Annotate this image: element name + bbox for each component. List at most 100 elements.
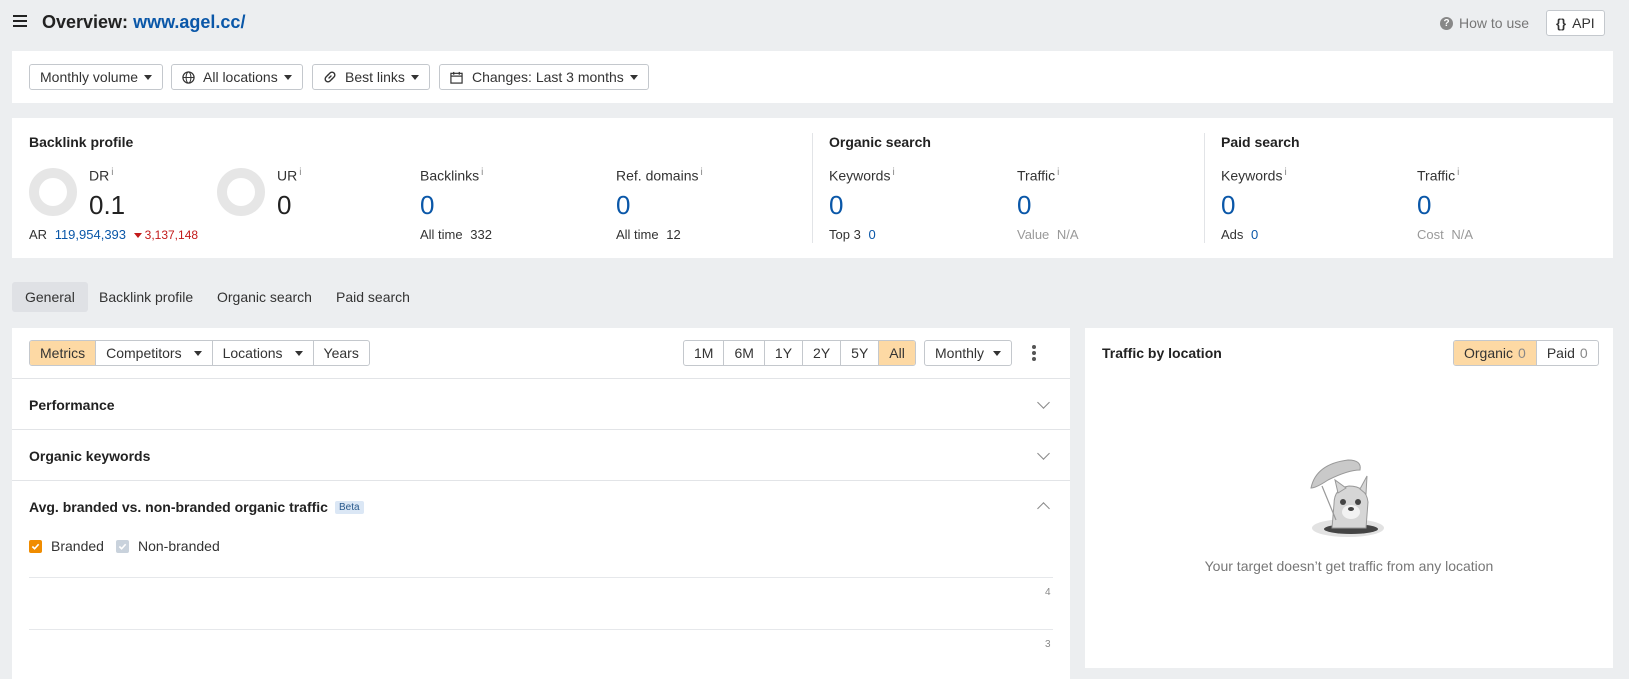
organic-toggle[interactable]: Organic 0 bbox=[1454, 341, 1537, 365]
info-icon[interactable]: i bbox=[892, 167, 894, 178]
ar-row: AR 119,954,393 3,137,148 bbox=[29, 227, 198, 242]
locations-dropdown[interactable]: All locations bbox=[171, 64, 303, 90]
interval-dropdown[interactable]: Monthly bbox=[924, 340, 1013, 366]
menu-icon[interactable] bbox=[13, 15, 27, 27]
dr-label[interactable]: DR i bbox=[89, 167, 113, 184]
organic-traffic-value[interactable]: 0 bbox=[1017, 190, 1031, 221]
ads-row: Ads 0 bbox=[1221, 227, 1259, 242]
range-1m[interactable]: 1M bbox=[684, 341, 725, 365]
refdomains-value[interactable]: 0 bbox=[616, 190, 630, 221]
caret-down-icon bbox=[993, 350, 1002, 356]
checkbox-checked-icon bbox=[116, 539, 129, 553]
paid-toggle[interactable]: Paid 0 bbox=[1537, 341, 1598, 365]
range-all[interactable]: All bbox=[879, 341, 915, 365]
braces-icon: {} bbox=[1556, 15, 1567, 31]
empty-state-message: Your target doesn’t get traffic from any… bbox=[1204, 558, 1494, 574]
chart-gridline bbox=[29, 577, 1053, 578]
nonbranded-checkbox[interactable]: Non-branded bbox=[116, 538, 220, 554]
api-label: API bbox=[1572, 15, 1595, 31]
page-title-domain[interactable]: www.agel.cc/ bbox=[133, 12, 245, 32]
links-label: Best links bbox=[345, 69, 405, 85]
backlinks-alltime: All time 332 bbox=[420, 227, 492, 242]
changes-dropdown[interactable]: Changes: Last 3 months bbox=[439, 64, 649, 90]
organic-keywords-section-toggle[interactable] bbox=[12, 430, 1070, 480]
range-1y[interactable]: 1Y bbox=[765, 341, 804, 365]
range-2y[interactable]: 2Y bbox=[803, 341, 842, 365]
kebab-icon[interactable] bbox=[1032, 345, 1036, 361]
checkbox-checked-icon bbox=[29, 539, 42, 553]
locations-label: All locations bbox=[203, 69, 278, 85]
info-icon[interactable]: i bbox=[700, 167, 702, 178]
tab-organic-search[interactable]: Organic search bbox=[217, 289, 312, 305]
ar-change: 3,137,148 bbox=[133, 228, 198, 242]
view-locations[interactable]: Locations bbox=[213, 341, 314, 365]
ur-value: 0 bbox=[277, 190, 292, 220]
ur-ring bbox=[217, 168, 265, 216]
organic-traffic-label[interactable]: Traffic i bbox=[1017, 167, 1059, 184]
tab-paid-search[interactable]: Paid search bbox=[336, 289, 410, 305]
info-icon[interactable]: i bbox=[1057, 167, 1059, 178]
view-metrics[interactable]: Metrics bbox=[30, 341, 97, 365]
backlinks-value[interactable]: 0 bbox=[420, 190, 434, 221]
dr-ring bbox=[29, 168, 77, 216]
refdomains-alltime: All time 12 bbox=[616, 227, 681, 242]
info-icon[interactable]: i bbox=[111, 167, 113, 178]
divider bbox=[812, 133, 813, 243]
view-competitors[interactable]: Competitors bbox=[96, 341, 213, 365]
mascot-illustration bbox=[1310, 459, 1384, 537]
view-years[interactable]: Years bbox=[314, 341, 369, 365]
tab-general[interactable]: General bbox=[12, 282, 88, 312]
paid-keywords-label[interactable]: Keywords i bbox=[1221, 167, 1287, 184]
range-5y[interactable]: 5Y bbox=[841, 341, 880, 365]
globe-icon bbox=[182, 70, 195, 84]
chart-gridline bbox=[29, 629, 1053, 630]
branded-section-heading[interactable]: Avg. branded vs. non-branded organic tra… bbox=[29, 499, 364, 515]
refdomains-label[interactable]: Ref. domains i bbox=[616, 167, 703, 184]
caret-down-icon bbox=[629, 74, 638, 80]
value-row: Value N/A bbox=[1017, 227, 1079, 242]
caret-down-icon bbox=[294, 350, 303, 356]
range-switcher: 1M 6M 1Y 2Y 5Y All bbox=[683, 340, 916, 366]
paid-traffic-label[interactable]: Traffic i bbox=[1417, 167, 1459, 184]
paid-keywords-value[interactable]: 0 bbox=[1221, 190, 1235, 221]
how-to-use-link[interactable]: ? How to use bbox=[1440, 15, 1529, 31]
info-icon[interactable]: i bbox=[481, 167, 483, 178]
tab-backlink-profile[interactable]: Backlink profile bbox=[99, 289, 193, 305]
y-tick-label: 4 bbox=[1045, 587, 1051, 598]
paid-search-heading: Paid search bbox=[1221, 134, 1300, 150]
caret-down-icon bbox=[283, 74, 292, 80]
traffic-type-switcher: Organic 0 Paid 0 bbox=[1453, 340, 1599, 366]
organic-keywords-value[interactable]: 0 bbox=[829, 190, 843, 221]
link-icon bbox=[324, 71, 336, 83]
range-6m[interactable]: 6M bbox=[724, 341, 765, 365]
performance-heading: Performance bbox=[29, 397, 115, 413]
dr-value: 0.1 bbox=[89, 190, 126, 220]
traffic-by-location-title: Traffic by location bbox=[1102, 345, 1222, 361]
organic-search-heading: Organic search bbox=[829, 134, 931, 150]
monthly-volume-dropdown[interactable]: Monthly volume bbox=[29, 64, 164, 90]
backlinks-label[interactable]: Backlinks i bbox=[420, 167, 483, 184]
monthly-volume-label: Monthly volume bbox=[40, 69, 139, 85]
info-icon[interactable]: i bbox=[299, 167, 301, 178]
ur-label[interactable]: UR i bbox=[277, 167, 301, 184]
info-icon[interactable]: i bbox=[1284, 167, 1286, 178]
ar-label: AR bbox=[29, 227, 48, 242]
cost-row: Cost N/A bbox=[1417, 227, 1474, 242]
links-dropdown[interactable]: Best links bbox=[312, 64, 430, 90]
caret-down-icon bbox=[193, 350, 202, 356]
paid-traffic-value[interactable]: 0 bbox=[1417, 190, 1431, 221]
performance-section-toggle[interactable] bbox=[12, 379, 1070, 429]
caret-down-icon bbox=[410, 74, 419, 80]
api-button[interactable]: {} API bbox=[1546, 10, 1605, 36]
how-to-use-label: How to use bbox=[1459, 15, 1530, 31]
question-icon: ? bbox=[1440, 16, 1453, 30]
calendar-icon bbox=[450, 71, 463, 84]
caret-down-icon bbox=[144, 74, 153, 80]
ar-value[interactable]: 119,954,393 bbox=[55, 227, 126, 242]
y-tick-label: 3 bbox=[1045, 639, 1051, 650]
organic-keywords-heading: Organic keywords bbox=[29, 448, 151, 464]
info-icon[interactable]: i bbox=[1457, 167, 1459, 178]
organic-keywords-label[interactable]: Keywords i bbox=[829, 167, 895, 184]
branded-checkbox[interactable]: Branded bbox=[29, 538, 104, 554]
backlink-profile-heading: Backlink profile bbox=[29, 134, 134, 150]
